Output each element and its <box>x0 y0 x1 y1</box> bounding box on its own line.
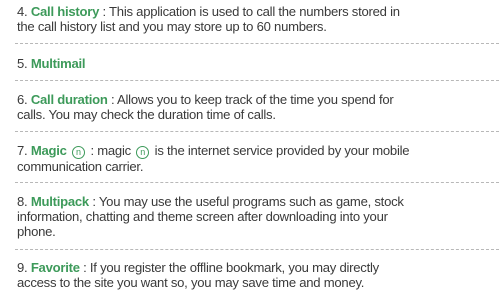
item-text: communication carrier. <box>17 159 144 174</box>
item-number: 6. <box>17 92 28 107</box>
list-item-call-history: 4. Call history : This application is us… <box>17 4 497 34</box>
item-title: Multimail <box>30 56 86 71</box>
circled-n-icon: n <box>136 146 150 159</box>
item-text: the call history list and you may store … <box>17 19 327 34</box>
item-number: 8. <box>17 194 28 209</box>
manual-page: 4. Call history : This application is us… <box>0 0 500 304</box>
item-title: Magic <box>30 143 67 158</box>
divider <box>15 131 499 132</box>
item-title: Multipack <box>30 194 89 209</box>
item-number: 7. <box>17 143 28 158</box>
item-text: : If you register the offline bookmark, … <box>79 260 379 275</box>
list-item-favorite: 9. Favorite : If you register the offlin… <box>17 260 497 290</box>
item-title: Call duration <box>30 92 108 107</box>
item-text: : This application is used to call the n… <box>99 4 401 19</box>
item-title: Favorite <box>30 260 80 275</box>
item-title: Call history <box>30 4 100 19</box>
circled-n-icon: n <box>72 146 86 159</box>
divider <box>15 80 499 81</box>
list-item-call-duration: 6. Call duration : Allows you to keep tr… <box>17 92 497 122</box>
item-text: : magic <box>87 143 135 158</box>
list-item-multimail: 5. Multimail <box>17 56 497 71</box>
divider <box>15 249 499 250</box>
item-text: : Allows you to keep track of the time y… <box>107 92 394 107</box>
item-text: information, chatting and theme screen a… <box>17 209 388 224</box>
list-item-multipack: 8. Multipack : You may use the useful pr… <box>17 194 497 239</box>
item-text: : You may use the useful programs such a… <box>88 194 404 209</box>
item-text: calls. You may check the duration time o… <box>17 107 276 122</box>
divider <box>15 43 499 44</box>
item-number: 5. <box>17 56 28 71</box>
item-number: 4. <box>17 4 28 19</box>
list-item-magic: 7. Magic n : magic n is the internet ser… <box>17 143 497 174</box>
item-text: phone. <box>17 224 56 239</box>
item-number: 9. <box>17 260 28 275</box>
item-text: is the internet service provided by your… <box>151 143 410 158</box>
divider <box>15 182 499 183</box>
item-text: access to the site you want so, you may … <box>17 275 365 290</box>
